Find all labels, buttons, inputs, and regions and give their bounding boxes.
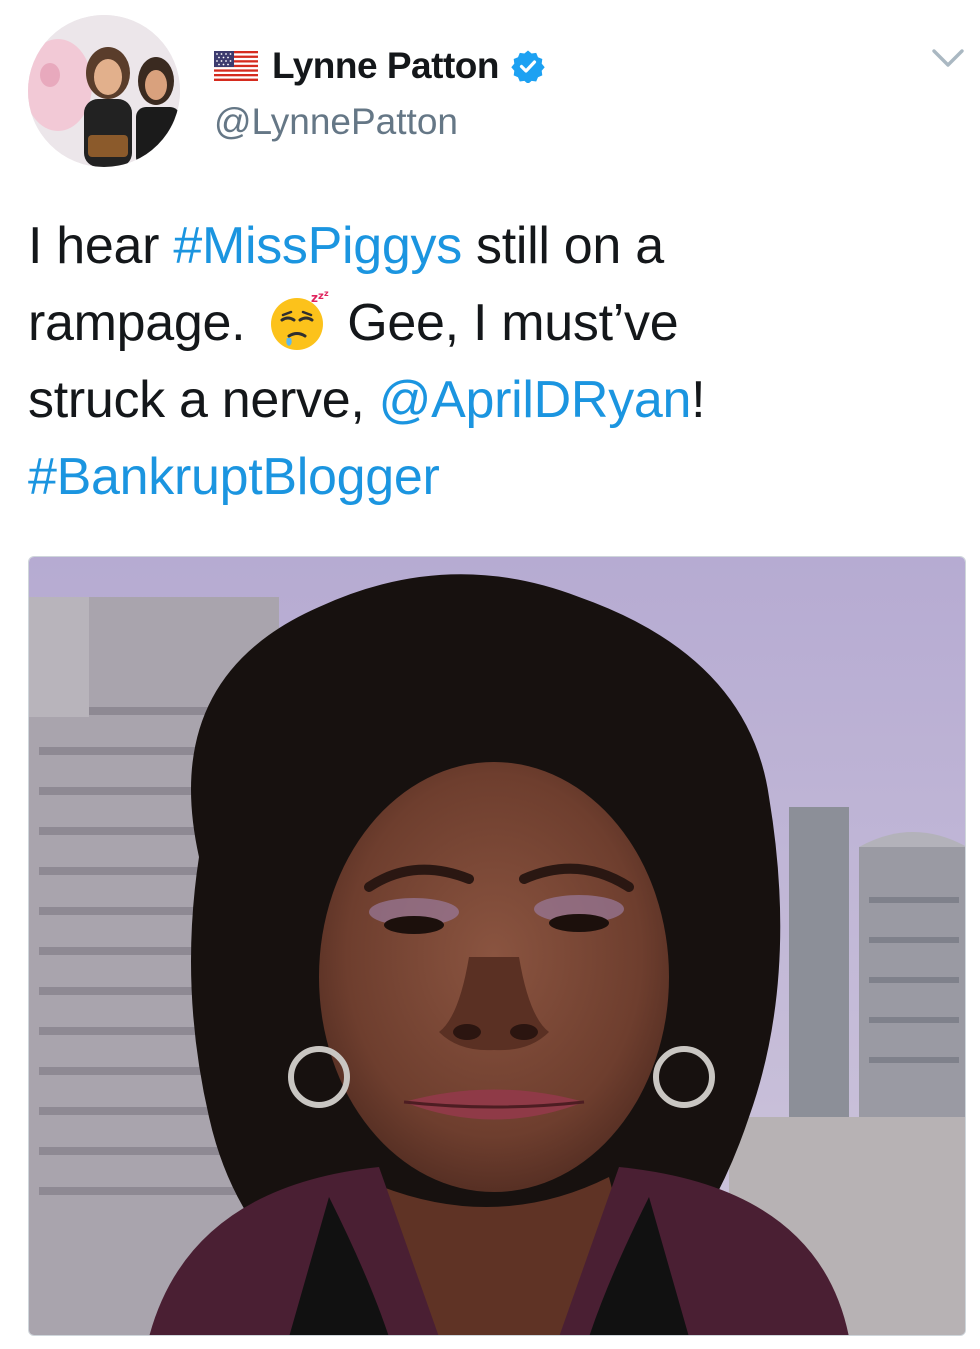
tweet-text-segment: ! <box>691 371 706 429</box>
tweet-line-3: struck a nerve, @AprilDRyan! <box>28 362 948 439</box>
tweet-photo[interactable] <box>28 556 966 1336</box>
tweet-text-segment: Gee, I must’ve <box>347 294 679 352</box>
hashtag-bankruptblogger-link[interactable]: #BankruptBlogger <box>28 448 440 506</box>
chevron-down-icon[interactable] <box>930 46 966 70</box>
author-handle[interactable]: @LynnePatton <box>214 98 458 146</box>
tweet-line-1: I hear #MissPiggys still on a <box>28 208 948 285</box>
mention-aprildryan-link[interactable]: @AprilDRyan <box>379 371 692 429</box>
hashtag-misspiggys-link[interactable]: #MissPiggys <box>173 217 462 275</box>
tweet-text-segment: I hear <box>28 217 174 275</box>
sleepy-face-icon: z z z <box>271 290 330 350</box>
svg-text:z: z <box>324 290 329 298</box>
tweet-text-segment: struck a nerve, <box>28 371 379 429</box>
author-display-name[interactable]: Lynne Patton <box>272 40 499 92</box>
tweet-text-segment: rampage. <box>28 294 246 352</box>
tweet-text-segment: still on a <box>461 217 664 275</box>
us-flag-icon <box>214 51 258 81</box>
tweet-line-2: rampage. z z z Gee, I must’ve <box>28 285 948 362</box>
tweet-line-4: #BankruptBlogger <box>28 439 948 516</box>
author-avatar[interactable] <box>28 15 180 167</box>
tweet-text: I hear #MissPiggys still on a rampage. z… <box>28 208 948 516</box>
verified-badge-icon <box>511 50 545 83</box>
tweet-card: Lynne Patton @LynnePatton I hear #MissPi… <box>0 0 980 1349</box>
author-name-row[interactable]: Lynne Patton <box>214 40 545 92</box>
svg-text:z: z <box>311 291 318 305</box>
